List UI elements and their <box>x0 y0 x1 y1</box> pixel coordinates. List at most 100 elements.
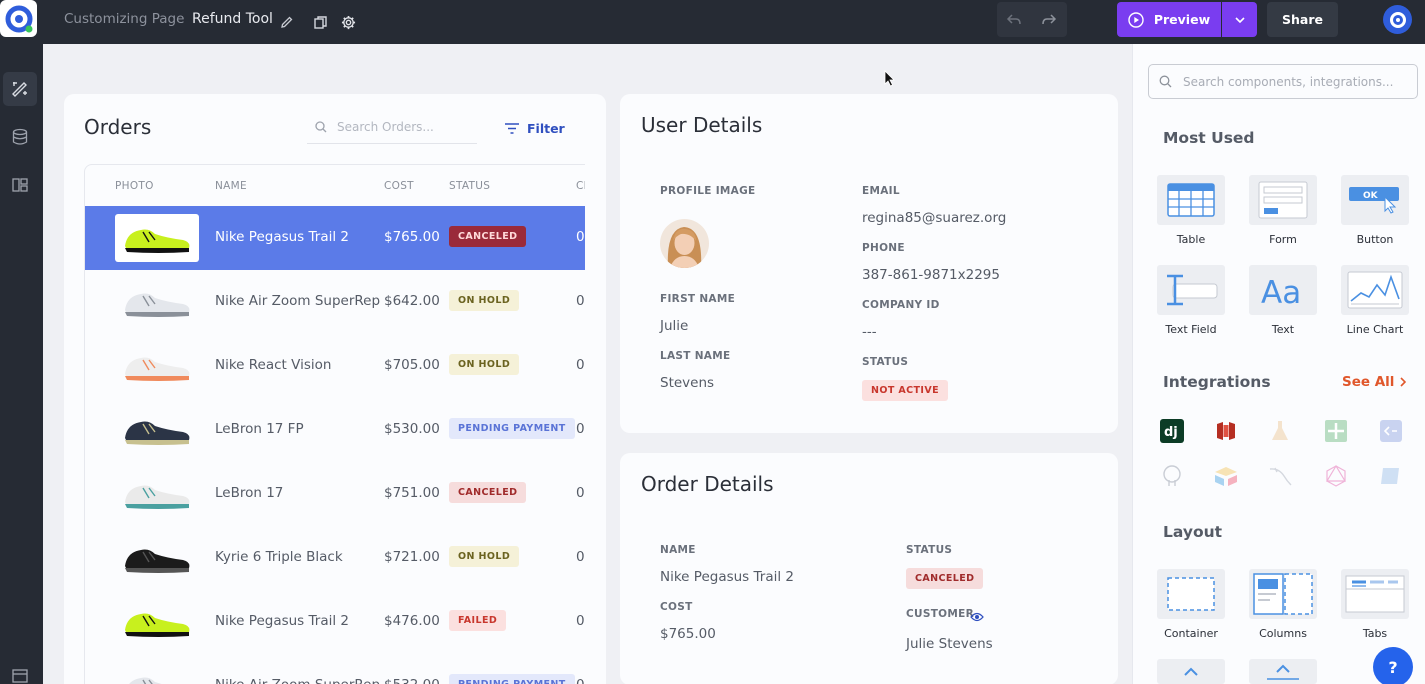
line-chart-icon <box>1347 271 1403 309</box>
form-component-label: Form <box>1269 233 1297 246</box>
tabs-component-label: Tabs <box>1362 627 1388 640</box>
database-button[interactable] <box>3 120 37 154</box>
line-chart-component-tile[interactable] <box>1341 265 1409 315</box>
table-row[interactable]: Nike Pegasus Trail 2 $476.00 FAILED 0 <box>85 590 585 654</box>
company-id-value: --- <box>862 324 877 340</box>
logs-button[interactable] <box>3 658 37 684</box>
table-row[interactable]: Nike React Vision $705.00 ON HOLD 0 <box>85 334 585 398</box>
row-name: Nike Pegasus Trail 2 <box>215 229 349 245</box>
profile-avatar <box>660 219 709 268</box>
notion-icon[interactable] <box>1378 463 1404 489</box>
row-extra: 0 <box>576 293 585 309</box>
preview-dropdown-button[interactable] <box>1222 2 1257 37</box>
row-status-badge: ON HOLD <box>449 546 520 567</box>
user-avatar[interactable] <box>1383 5 1412 34</box>
postgres-icon[interactable] <box>1159 463 1185 489</box>
table-row[interactable]: Kyrie 6 Triple Black $721.00 ON HOLD 0 <box>85 526 585 590</box>
table-component-tile[interactable] <box>1157 175 1225 225</box>
form-component-tile[interactable] <box>1249 175 1317 225</box>
aws-icon[interactable] <box>1213 418 1239 444</box>
chevron-right-icon <box>1400 377 1407 387</box>
duplicate-icon[interactable] <box>309 11 331 33</box>
first-name-value: Julie <box>660 318 689 334</box>
see-all-link[interactable]: See All <box>1342 374 1407 390</box>
collapse-component-tile[interactable] <box>1157 659 1225 684</box>
chevron-up-icon <box>1184 667 1198 676</box>
mysql-icon[interactable] <box>1267 463 1293 489</box>
chevron-down-icon <box>1234 16 1245 23</box>
text-field-component-label: Text Field <box>1165 323 1217 336</box>
filter-button[interactable]: Filter <box>505 118 565 138</box>
mouse-cursor-icon <box>884 70 895 91</box>
accordion-icon <box>1267 664 1299 680</box>
eye-icon[interactable] <box>970 608 984 622</box>
airtable-icon[interactable] <box>1213 463 1239 489</box>
column-header-cost[interactable]: COST <box>384 180 414 192</box>
accordion-component-tile[interactable] <box>1249 659 1317 684</box>
svg-text:dj: dj <box>1164 425 1178 440</box>
tabs-icon <box>1345 575 1405 613</box>
redo-button[interactable] <box>1036 8 1062 32</box>
last-name-label: LAST NAME <box>660 350 731 362</box>
share-button[interactable]: Share <box>1267 2 1338 37</box>
pages-button[interactable] <box>3 168 37 202</box>
help-button[interactable]: ? <box>1373 647 1413 684</box>
table-row[interactable]: LeBron 17 FP $530.00 PENDING PAYMENT 0 <box>85 398 585 462</box>
shoe-image-icon <box>125 357 190 381</box>
design-tools-button[interactable] <box>3 72 37 106</box>
column-header-name[interactable]: NAME <box>215 180 247 192</box>
most-used-title: Most Used <box>1163 129 1255 147</box>
filter-icon <box>505 122 519 134</box>
app-title[interactable]: Refund Tool <box>192 11 273 27</box>
edit-pencil-icon[interactable] <box>276 11 298 33</box>
google-sheets-icon[interactable] <box>1323 418 1349 444</box>
order-cost-label: COST <box>660 601 693 613</box>
table-row[interactable]: LeBron 17 $751.00 CANCELED 0 <box>85 462 585 526</box>
row-name: Kyrie 6 Triple Black <box>215 549 343 565</box>
row-name: Nike Pegasus Trail 2 <box>215 613 349 629</box>
product-thumbnail <box>115 470 199 518</box>
row-status-badge: ON HOLD <box>449 290 520 311</box>
settings-gear-icon[interactable] <box>337 11 359 33</box>
product-thumbnail <box>115 278 199 326</box>
breadcrumb[interactable]: Customizing Page <box>64 11 184 27</box>
api-icon[interactable] <box>1378 418 1404 444</box>
columns-component-tile[interactable] <box>1249 569 1317 619</box>
table-row[interactable]: Nike Air Zoom SuperRep $532.00 PENDING PAY… <box>85 654 585 684</box>
orders-search-input[interactable]: Search Orders... <box>307 110 477 144</box>
row-cost: $765.00 <box>384 229 440 245</box>
graphql-icon[interactable] <box>1323 463 1349 489</box>
preview-button[interactable]: Preview <box>1117 2 1221 37</box>
column-header-status[interactable]: STATUS <box>449 180 490 192</box>
table-row[interactable]: Nike Pegasus Trail 2 $765.00 CANCELED 0 <box>85 206 585 270</box>
django-icon[interactable]: dj <box>1159 418 1185 444</box>
tabs-component-tile[interactable] <box>1341 569 1409 619</box>
row-cost: $642.00 <box>384 293 440 309</box>
components-search-input[interactable]: Search components, integrations... <box>1148 64 1418 99</box>
row-name: LeBron 17 FP <box>215 421 304 437</box>
row-status-badge: CANCELED <box>449 226 527 247</box>
column-header-extra[interactable]: CI <box>576 180 585 192</box>
flask-icon[interactable] <box>1267 418 1293 444</box>
column-header-photo[interactable]: PHOTO <box>115 180 154 192</box>
first-name-label: FIRST NAME <box>660 293 736 305</box>
customer-label: CUSTOMER <box>906 608 974 620</box>
product-thumbnail <box>115 342 199 390</box>
table-component-label: Table <box>1176 233 1206 246</box>
email-label: EMAIL <box>862 185 900 197</box>
undo-button[interactable] <box>1001 8 1027 32</box>
shoe-image-icon <box>125 293 190 317</box>
container-component-tile[interactable] <box>1157 569 1225 619</box>
text-field-component-tile[interactable] <box>1157 265 1225 315</box>
button-component-tile[interactable]: OK <box>1341 175 1409 225</box>
orders-title: Orders <box>84 115 152 139</box>
orders-table: PHOTO NAME COST STATUS CI Nike Pegasus T… <box>84 164 585 684</box>
logo-icon <box>5 5 32 32</box>
app-logo[interactable] <box>0 0 37 37</box>
email-value: regina85@suarez.org <box>862 210 1007 226</box>
text-component-tile[interactable]: Aa <box>1249 265 1317 315</box>
shoe-image-icon <box>125 613 190 637</box>
table-row[interactable]: Nike Air Zoom SuperRep $642.00 ON HOLD 0 <box>85 270 585 334</box>
design-tools-icon <box>12 82 27 97</box>
line-chart-component-label: Line Chart <box>1346 323 1404 336</box>
